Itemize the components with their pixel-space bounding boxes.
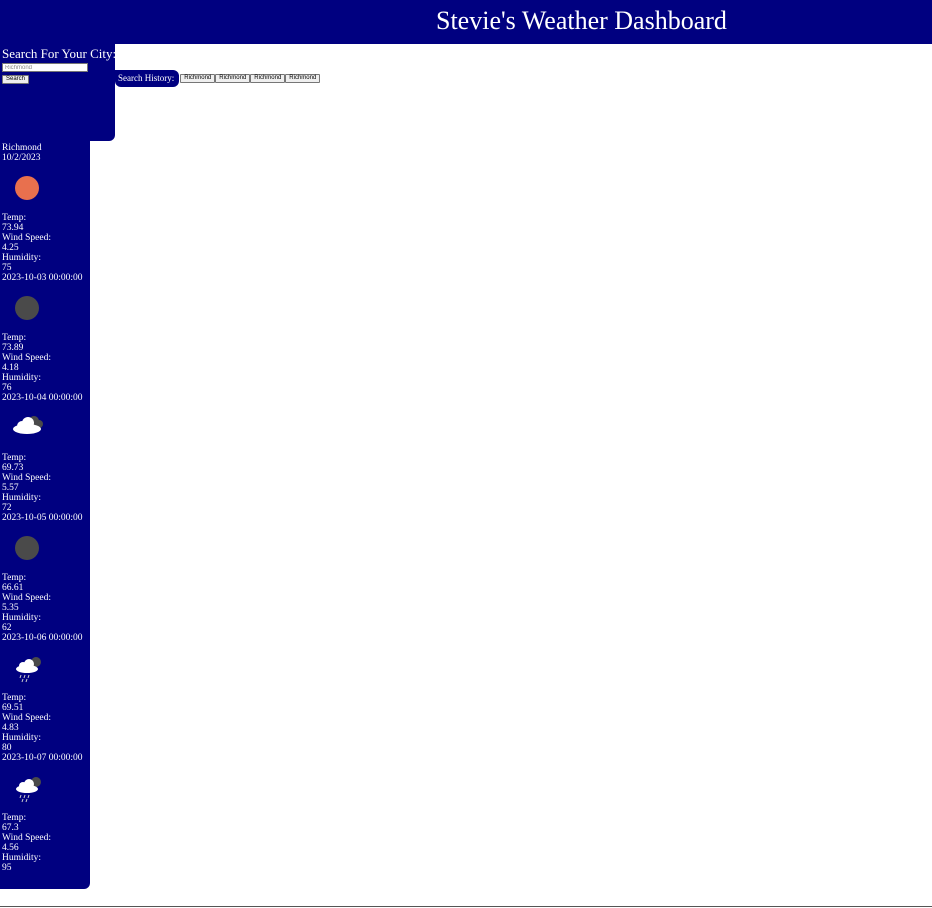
temp-value: 67.3 xyxy=(2,823,19,833)
history-button[interactable]: Richmond xyxy=(285,74,321,83)
humidity-value: 80 xyxy=(2,743,12,753)
page-divider xyxy=(0,906,932,907)
temp-value: 69.73 xyxy=(2,463,24,473)
history-button[interactable]: Richmond xyxy=(250,74,286,83)
rain-icon xyxy=(2,763,52,813)
wind-value: 4.56 xyxy=(2,843,19,853)
wind-value: 5.57 xyxy=(2,483,19,493)
humidity-label: Humidity: xyxy=(2,613,42,623)
city-search-input[interactable] xyxy=(2,63,88,72)
forecast-date: 2023-10-03 00:00:00 xyxy=(2,273,83,283)
humidity-value: 75 xyxy=(2,263,12,273)
temp-label: Temp: xyxy=(2,213,27,223)
current-date: 10/2/2023 xyxy=(2,153,41,163)
temp-value: 73.94 xyxy=(2,223,24,233)
temp-value: 66.61 xyxy=(2,583,24,593)
search-panel: Search For Your City: Search xyxy=(0,44,117,141)
humidity-label: Humidity: xyxy=(2,733,42,743)
rain-icon xyxy=(2,643,52,693)
forecast-date: 2023-10-07 00:00:00 xyxy=(2,753,83,763)
temp-label: Temp: xyxy=(2,333,27,343)
history-button[interactable]: Richmond xyxy=(215,74,251,83)
forecast-date: 2023-10-04 00:00:00 xyxy=(2,393,83,403)
moon-icon xyxy=(2,283,52,333)
page-title: Stevie's Weather Dashboard xyxy=(436,6,727,35)
temp-label: Temp: xyxy=(2,573,27,583)
forecast-panel: Richmond 10/2/2023 Temp: 73.94 Wind Spee… xyxy=(0,141,90,889)
forecast-date: 2023-10-06 00:00:00 xyxy=(2,633,83,643)
wind-label: Wind Speed: xyxy=(2,353,51,363)
temp-value: 73.89 xyxy=(2,343,24,353)
forecast-date: 2023-10-05 00:00:00 xyxy=(2,513,83,523)
wind-label: Wind Speed: xyxy=(2,233,51,243)
humidity-label: Humidity: xyxy=(2,493,42,503)
search-button[interactable]: Search xyxy=(2,75,30,84)
wind-label: Wind Speed: xyxy=(2,473,51,483)
humidity-label: Humidity: xyxy=(2,853,42,863)
search-history: Search History: Richmond Richmond Richmo… xyxy=(115,70,321,87)
wind-label: Wind Speed: xyxy=(2,593,51,603)
temp-label: Temp: xyxy=(2,693,27,703)
temp-value: 69.51 xyxy=(2,703,24,713)
humidity-value: 62 xyxy=(2,623,12,633)
search-label: Search For Your City: xyxy=(2,46,117,61)
wind-label: Wind Speed: xyxy=(2,713,51,723)
temp-label: Temp: xyxy=(2,813,27,823)
humidity-label: Humidity: xyxy=(2,253,42,263)
wind-value: 4.83 xyxy=(2,723,19,733)
wind-value: 4.25 xyxy=(2,243,19,253)
humidity-value: 95 xyxy=(2,863,12,873)
history-button[interactable]: Richmond xyxy=(180,74,216,83)
app-header: Stevie's Weather Dashboard xyxy=(0,0,932,44)
humidity-value: 76 xyxy=(2,383,12,393)
search-history-label: Search History: xyxy=(115,70,180,87)
moon-icon xyxy=(2,523,52,573)
humidity-value: 72 xyxy=(2,503,12,513)
humidity-label: Humidity: xyxy=(2,373,42,383)
wind-value: 5.35 xyxy=(2,603,19,613)
temp-label: Temp: xyxy=(2,453,27,463)
cloudy-icon xyxy=(2,403,52,453)
sun-icon xyxy=(2,163,52,213)
wind-label: Wind Speed: xyxy=(2,833,51,843)
current-city: Richmond xyxy=(2,143,42,153)
wind-value: 4.18 xyxy=(2,363,19,373)
